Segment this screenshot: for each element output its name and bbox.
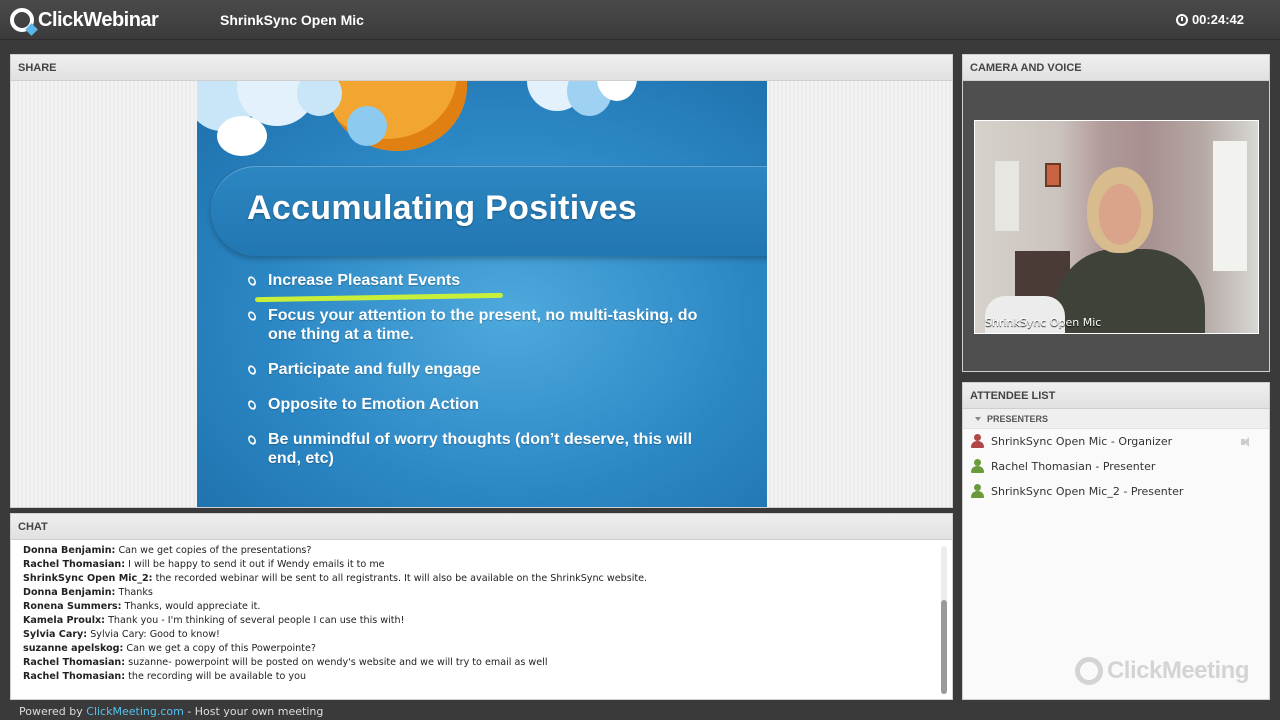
organizer-person-icon [971, 434, 984, 448]
chat-text: Thanks, would appreciate it. [121, 601, 261, 612]
slide-title: Accumulating Positives [247, 189, 638, 227]
slide-bullet: Focus your attention to the present, no … [246, 306, 727, 344]
chat-text: I will be happy to send it out if Wendy … [125, 559, 385, 570]
chat-text: Can we get copies of the presentations? [115, 545, 312, 556]
cloud-graphic [347, 106, 387, 146]
share-panel: SHARE Accumulating Positives Increase Pl… [10, 54, 953, 508]
bullet-icon [246, 274, 258, 288]
presenter-person-icon [971, 484, 984, 498]
video-background [995, 161, 1019, 231]
presenter-figure [1087, 167, 1153, 253]
chat-text: suzanne- powerpoint will be posted on we… [125, 657, 548, 668]
chat-sender: Donna Benjamin: [23, 587, 116, 598]
logo-text: ClickWebinar [38, 8, 159, 31]
chat-message: Kamela Proulx: Thank you - I'm thinking … [23, 614, 952, 628]
bullet-icon [246, 398, 258, 412]
slide-bullet: Increase Pleasant Events [246, 271, 727, 290]
slide-bullet: Participate and fully engage [246, 360, 727, 379]
chat-scroll-thumb[interactable] [941, 600, 947, 694]
footer-prefix: Powered by [19, 705, 87, 718]
chat-sender: ShrinkSync Open Mic_2: [23, 573, 153, 584]
bullet-icon [246, 433, 258, 447]
chat-sender: Rachel Thomasian: [23, 559, 126, 570]
chat-text: the recorded webinar will be sent to all… [152, 573, 648, 584]
chat-sender: Kamela Proulx: [23, 615, 106, 626]
share-area: Accumulating Positives Increase Pleasant… [11, 81, 952, 507]
video-background [1213, 141, 1247, 271]
presenters-group-header[interactable]: PRESENTERS [963, 409, 1269, 429]
chat-text: Thanks [115, 587, 153, 598]
attendee-label: Rachel Thomasian - Presenter [991, 460, 1156, 473]
slide-bullet: Be unmindful of worry thoughts (don’t de… [246, 430, 727, 468]
attendee-list-panel: ATTENDEE LIST PRESENTERS ShrinkSync Open… [962, 382, 1270, 700]
chat-message: Rachel Thomasian: suzanne- powerpoint wi… [23, 656, 952, 670]
camera-panel: CAMERA AND VOICE ShrinkSync Open Mic [962, 54, 1270, 372]
chat-header: CHAT [11, 514, 952, 540]
video-label: ShrinkSync Open Mic [985, 316, 1102, 329]
clickwebinar-logo: ClickWebinar [10, 7, 159, 33]
chat-sender: Rachel Thomasian: [23, 657, 126, 668]
chat-message: Rachel Thomasian: I will be happy to sen… [23, 558, 952, 572]
chat-text: Thank you - I'm thinking of several peop… [105, 615, 405, 626]
chat-message: Rachel Thomasian: the recording will be … [23, 670, 952, 684]
attendee-item[interactable]: Rachel Thomasian - Presenter [963, 454, 1269, 479]
footer-suffix: - Host your own meeting [183, 705, 324, 718]
group-label: PRESENTERS [987, 414, 1049, 424]
session-timer: 00:24:42 [1175, 12, 1244, 27]
chat-panel: CHAT Donna Benjamin: Can we get copies o… [10, 513, 953, 700]
speaker-icon[interactable] [1241, 437, 1255, 447]
chat-sender: suzanne apelskog: [23, 643, 124, 654]
bullet-icon [246, 363, 258, 377]
presentation-slide: Accumulating Positives Increase Pleasant… [197, 81, 767, 507]
bullet-icon [246, 309, 258, 323]
chat-message: ShrinkSync Open Mic_2: the recorded webi… [23, 572, 952, 586]
chat-text: Can we get a copy of this Powerpointe? [123, 643, 316, 654]
footer: Powered by ClickMeeting.com - Host your … [19, 705, 323, 718]
clock-icon [1175, 13, 1188, 26]
watermark-text: ClickMeeting [1106, 657, 1250, 684]
collapse-triangle-icon[interactable] [975, 417, 981, 421]
clickmeeting-watermark: ClickMeeting [1074, 657, 1250, 685]
video-background [1045, 163, 1061, 187]
chat-sender: Donna Benjamin: [23, 545, 116, 556]
chat-message: Sylvia Cary: Sylvia Cary: Good to know! [23, 628, 952, 642]
attendee-label: ShrinkSync Open Mic - Organizer [991, 435, 1173, 448]
chat-log[interactable]: Donna Benjamin: Can we get copies of the… [11, 540, 952, 699]
slide-bullet-list: Increase Pleasant Events Focus your atte… [246, 271, 727, 484]
attendee-label: ShrinkSync Open Mic_2 - Presenter [991, 485, 1184, 498]
attendee-item[interactable]: ShrinkSync Open Mic_2 - Presenter [963, 479, 1269, 504]
top-bar: ClickWebinar ShrinkSync Open Mic 00:24:4… [0, 0, 1280, 40]
chat-text: Sylvia Cary: Good to know! [87, 629, 220, 640]
share-header: SHARE [11, 55, 952, 81]
chat-sender: Rachel Thomasian: [23, 671, 126, 682]
chat-message: Ronena Summers: Thanks, would appreciate… [23, 600, 952, 614]
presenter-person-icon [971, 459, 984, 473]
chat-text: the recording will be available to you [125, 671, 307, 682]
chat-message: Donna Benjamin: Thanks [23, 586, 952, 600]
cloud-graphic [217, 116, 267, 156]
chat-sender: Ronena Summers: [23, 601, 122, 612]
camera-header: CAMERA AND VOICE [963, 55, 1269, 81]
timer-value: 00:24:42 [1191, 12, 1244, 27]
attendee-list-header: ATTENDEE LIST [963, 383, 1269, 409]
chat-sender: Sylvia Cary: [23, 629, 88, 640]
session-title: ShrinkSync Open Mic [220, 12, 364, 28]
clickmeeting-logo-icon [1074, 657, 1103, 685]
camera-area: ShrinkSync Open Mic [963, 81, 1269, 371]
chat-message: Donna Benjamin: Can we get copies of the… [23, 544, 952, 558]
clickmeeting-link[interactable]: ClickMeeting.com [86, 705, 184, 718]
chat-scrollbar[interactable] [941, 546, 947, 694]
clickwebinar-logo-icon [10, 8, 34, 32]
slide-bullet: Opposite to Emotion Action [246, 395, 727, 414]
presenter-video[interactable]: ShrinkSync Open Mic [974, 120, 1259, 334]
attendee-item[interactable]: ShrinkSync Open Mic - Organizer [963, 429, 1269, 454]
sun-graphic [327, 81, 467, 151]
chat-message: suzanne apelskog: Can we get a copy of t… [23, 642, 952, 656]
